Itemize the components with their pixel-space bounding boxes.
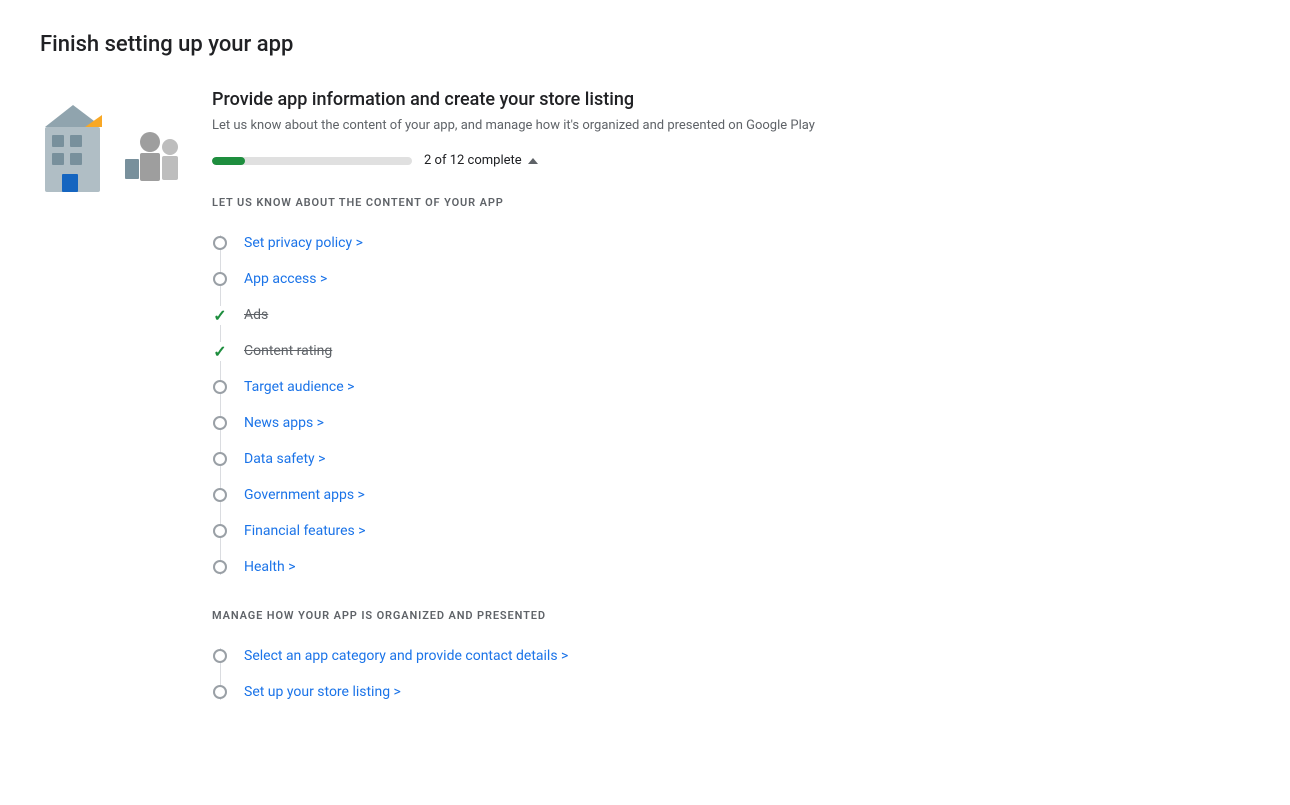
circle-icon [213, 649, 227, 663]
section2-label: MANAGE HOW YOUR APP IS ORGANIZED AND PRE… [212, 609, 1250, 622]
card-heading: Provide app information and create your … [212, 89, 1250, 110]
circle-icon [213, 452, 227, 466]
progress-row: 2 of 12 complete [212, 153, 1250, 168]
progress-text: 2 of 12 complete [424, 153, 522, 168]
circle-icon [213, 416, 227, 430]
circle-icon [213, 685, 227, 699]
section1-label: LET US KNOW ABOUT THE CONTENT OF YOUR AP… [212, 196, 1250, 209]
app-illustration [40, 97, 180, 197]
list-item: Health > [212, 549, 1250, 585]
list-item: Government apps > [212, 477, 1250, 513]
item-target-audience[interactable]: Target audience > [244, 379, 354, 395]
item-indicator [212, 271, 228, 287]
item-financial-features[interactable]: Financial features > [244, 523, 366, 539]
circle-icon [213, 272, 227, 286]
item-news-apps[interactable]: News apps > [244, 415, 324, 431]
circle-icon [213, 488, 227, 502]
item-privacy-policy[interactable]: Set privacy policy > [244, 235, 363, 251]
card-content: Provide app information and create your … [212, 89, 1250, 734]
item-health[interactable]: Health > [244, 559, 296, 575]
item-store-listing[interactable]: Set up your store listing > [244, 684, 401, 700]
circle-icon [213, 236, 227, 250]
item-content-rating[interactable]: Content rating [244, 343, 332, 359]
list-item: App access > [212, 261, 1250, 297]
item-indicator [212, 684, 228, 700]
item-data-safety[interactable]: Data safety > [244, 451, 325, 467]
item-indicator: ✓ [212, 307, 228, 323]
item-ads[interactable]: Ads [244, 307, 268, 323]
progress-bar-fill [212, 157, 245, 165]
circle-icon [213, 524, 227, 538]
section2-checklist: Select an app category and provide conta… [212, 638, 1250, 710]
list-item: ✓ Content rating [212, 333, 1250, 369]
list-item: Select an app category and provide conta… [212, 638, 1250, 674]
item-indicator [212, 379, 228, 395]
check-icon: ✓ [213, 306, 226, 325]
item-indicator [212, 487, 228, 503]
page-title: Finish setting up your app [40, 32, 1250, 57]
card-subheading: Let us know about the content of your ap… [212, 118, 1250, 133]
check-icon: ✓ [213, 342, 226, 361]
item-app-access[interactable]: App access > [244, 271, 327, 287]
item-indicator [212, 559, 228, 575]
item-government-apps[interactable]: Government apps > [244, 487, 365, 503]
collapse-chevron-icon[interactable] [528, 158, 538, 164]
item-indicator: ✓ [212, 343, 228, 359]
list-item: Target audience > [212, 369, 1250, 405]
item-indicator [212, 523, 228, 539]
list-item: ✓ Ads [212, 297, 1250, 333]
circle-icon [213, 380, 227, 394]
card-section: Provide app information and create your … [40, 89, 1250, 734]
list-item: News apps > [212, 405, 1250, 441]
item-indicator [212, 648, 228, 664]
progress-bar-track [212, 157, 412, 165]
progress-label: 2 of 12 complete [424, 153, 538, 168]
list-item: Set up your store listing > [212, 674, 1250, 710]
list-item: Set privacy policy > [212, 225, 1250, 261]
circle-icon [213, 560, 227, 574]
item-indicator [212, 415, 228, 431]
item-indicator [212, 451, 228, 467]
list-item: Data safety > [212, 441, 1250, 477]
section1-checklist: Set privacy policy > App access > ✓ Ads ✓ Con… [212, 225, 1250, 585]
list-item: Financial features > [212, 513, 1250, 549]
item-app-category[interactable]: Select an app category and provide conta… [244, 648, 568, 664]
item-indicator [212, 235, 228, 251]
